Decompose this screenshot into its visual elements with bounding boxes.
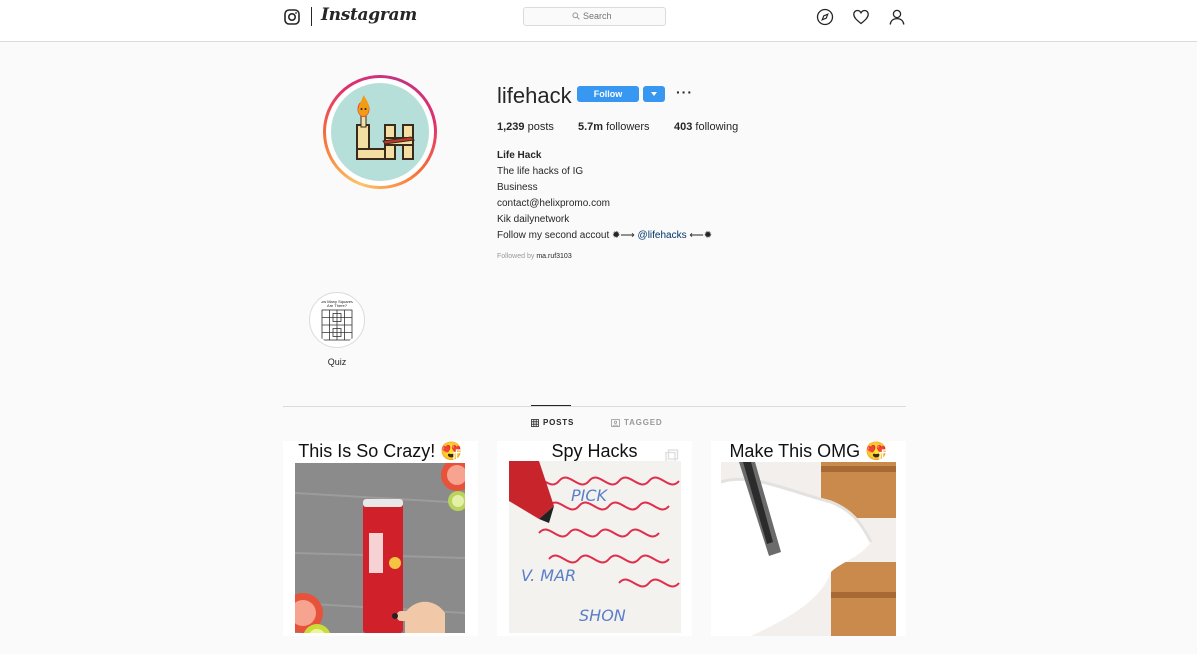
followers-count-stat[interactable]: 5.7m followers xyxy=(578,121,650,133)
logo-divider xyxy=(311,7,312,26)
followed-by-label: Followed by xyxy=(497,253,535,260)
highlight-ring: ow Many Squares Are There? xyxy=(309,292,365,348)
posts-count-stat: 1,239 posts xyxy=(497,121,554,133)
following-count: 403 xyxy=(674,121,693,133)
suggested-accounts-dropdown-button[interactable] xyxy=(643,86,665,102)
post-caption: Spy Hacks xyxy=(551,441,638,461)
heart-icon[interactable] xyxy=(852,8,870,26)
compass-icon[interactable] xyxy=(816,8,834,26)
post-image xyxy=(721,462,896,636)
posts-label: posts xyxy=(527,121,554,133)
post-caption: Make This OMG 😍 xyxy=(729,441,888,461)
carousel-icon xyxy=(453,449,467,463)
followers-count: 5.7m xyxy=(578,121,604,133)
search-input[interactable] xyxy=(583,11,643,21)
profile-username: lifehack xyxy=(497,83,572,108)
tab-posts[interactable]: POSTS xyxy=(531,418,574,427)
avatar-ring-gap xyxy=(326,78,434,186)
post-caption: This Is So Crazy! 😍 xyxy=(298,441,463,461)
profile-bio: Life Hack The life hacks of IG Business … xyxy=(497,148,712,244)
bio-email: contact@helixpromo.com xyxy=(497,198,610,209)
bio-line: The life hacks of IG xyxy=(497,166,584,177)
chevron-down-icon xyxy=(651,92,657,96)
carousel-icon xyxy=(879,449,893,463)
post-image xyxy=(295,463,465,633)
tab-tagged[interactable]: TAGGED xyxy=(611,418,662,427)
more-options-button[interactable]: ··· xyxy=(676,84,693,100)
highlight-cover-image: ow Many Squares Are There? xyxy=(313,296,361,344)
svg-text:SHON: SHON xyxy=(579,606,626,625)
post-thumbnail[interactable]: Spy Hacks PICK V. MAR SHON xyxy=(497,441,692,636)
tag-icon xyxy=(611,418,620,427)
search-icon xyxy=(572,12,580,20)
mention-link[interactable]: @lifehacks xyxy=(638,230,687,241)
instagram-wordmark[interactable]: Instagram xyxy=(321,5,417,25)
posts-count: 1,239 xyxy=(497,121,525,133)
profile-avatar-story-ring[interactable] xyxy=(323,75,437,189)
post-thumbnail[interactable]: This Is So Crazy! 😍 xyxy=(283,441,478,636)
bio-line: Follow my second accout ✹⟶ @lifehacks ⟵✹ xyxy=(497,228,712,244)
tab-tagged-label: TAGGED xyxy=(624,418,663,427)
svg-text:Are There?: Are There? xyxy=(327,303,348,308)
profile-full-name: Life Hack xyxy=(497,150,542,161)
highlight-label: Quiz xyxy=(327,357,347,367)
follow-button[interactable]: Follow xyxy=(577,86,639,102)
post-image: PICK V. MAR SHON xyxy=(509,461,681,633)
bio-category: Business xyxy=(497,182,538,193)
svg-text:V. MAR: V. MAR xyxy=(521,566,576,585)
bio-text: Follow my second accout ✹⟶ xyxy=(497,230,635,241)
bio-line: Kik dailynetwork xyxy=(497,214,570,225)
following-count-stat[interactable]: 403 following xyxy=(674,121,738,133)
profile-avatar xyxy=(331,83,429,181)
followers-label: followers xyxy=(606,121,650,133)
following-label: following xyxy=(695,121,739,133)
top-navigation-bar: Instagram xyxy=(0,0,1197,42)
followed-by-user: ma.ruf3103 xyxy=(536,253,572,260)
search-box[interactable] xyxy=(523,7,666,26)
camera-icon[interactable] xyxy=(284,9,300,25)
bio-text: ⟵✹ xyxy=(689,230,713,241)
post-thumbnail[interactable]: Make This OMG 😍 xyxy=(711,441,906,636)
followed-by-text[interactable]: Followed by ma.ruf3103 xyxy=(497,253,572,260)
tabs-divider xyxy=(283,406,906,407)
grid-icon xyxy=(531,418,539,427)
svg-text:PICK: PICK xyxy=(571,486,609,505)
tab-posts-label: POSTS xyxy=(543,418,575,427)
story-highlight-quiz[interactable]: ow Many Squares Are There? Quiz xyxy=(308,292,366,367)
person-icon[interactable] xyxy=(888,8,906,26)
active-tab-indicator xyxy=(531,405,571,406)
lifehack-logo-image xyxy=(356,95,416,160)
